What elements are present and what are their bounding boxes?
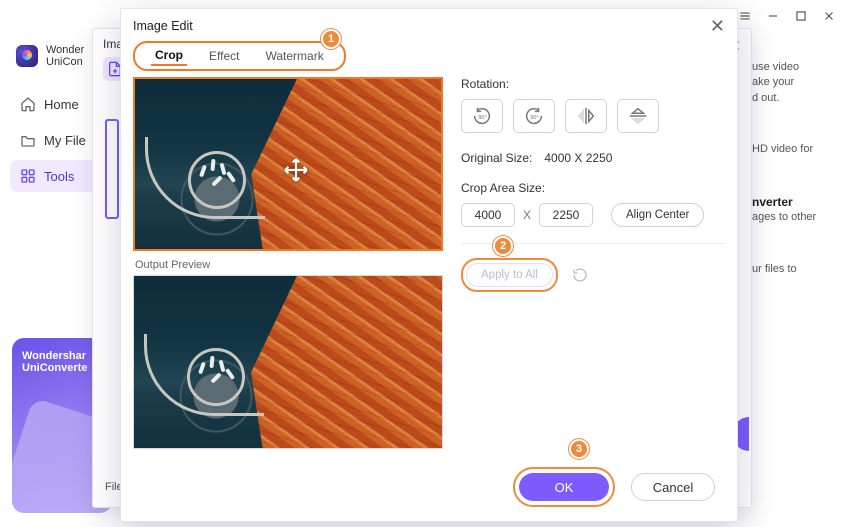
card-text: HD video for	[752, 142, 834, 157]
svg-text:90°: 90°	[530, 115, 538, 121]
align-center-button[interactable]: Align Center	[611, 203, 704, 227]
sidebar-item-label: Home	[44, 97, 79, 112]
rotate-cw-button[interactable]: 90°	[513, 99, 555, 133]
promo-subtitle: UniConverte	[22, 362, 102, 374]
move-cursor-icon	[283, 157, 309, 183]
card-text: ages to other	[752, 210, 834, 225]
output-preview	[133, 275, 443, 449]
card-title: nverter	[752, 194, 834, 211]
sidebar-item-tools[interactable]: Tools	[10, 160, 100, 192]
apply-to-all-button[interactable]: Apply to All	[466, 263, 553, 287]
promo-title: Wondershar	[22, 350, 102, 362]
ok-button[interactable]: OK	[519, 473, 609, 501]
callout-badge-3: 3	[569, 439, 589, 459]
x-separator: X	[523, 208, 531, 222]
tab-watermark[interactable]: Watermark	[261, 47, 327, 65]
tab-crop[interactable]: Crop	[151, 46, 187, 66]
modal-title: Image Edit	[133, 19, 193, 33]
maximize-icon[interactable]	[794, 9, 808, 23]
sidebar: Wonder UniCon Home My File Tools	[10, 36, 100, 192]
card-text: ur files to	[752, 262, 834, 277]
flip-horizontal-button[interactable]	[565, 99, 607, 133]
sidebar-item-label: My File	[44, 133, 86, 148]
original-size-value: 4000 X 2250	[544, 151, 612, 165]
crop-area-label: Crop Area Size:	[461, 181, 725, 195]
close-icon[interactable]	[822, 9, 836, 23]
card-text: ake your	[752, 75, 834, 90]
rotation-label: Rotation:	[461, 77, 725, 91]
brand-logo-icon	[16, 45, 38, 67]
image-edit-modal: Image Edit ✕ 1 Crop Effect Watermark	[120, 8, 738, 522]
settings-icon[interactable]	[738, 9, 752, 23]
original-size-label: Original Size:	[461, 151, 532, 165]
brand: Wonder UniCon	[10, 36, 100, 84]
tab-effect[interactable]: Effect	[205, 47, 243, 65]
callout-badge-2: 2	[493, 236, 513, 256]
folder-icon	[20, 132, 36, 148]
crop-height-input[interactable]	[539, 203, 593, 227]
selected-thumbnail[interactable]	[105, 119, 119, 219]
close-icon[interactable]: ✕	[710, 17, 725, 35]
reset-icon[interactable]	[572, 267, 588, 283]
flip-vertical-button[interactable]	[617, 99, 659, 133]
brand-text: Wonder UniCon	[46, 44, 84, 68]
output-preview-label: Output Preview	[135, 259, 443, 271]
card-text: use video	[752, 60, 834, 75]
svg-text:90°: 90°	[478, 115, 486, 121]
sidebar-item-myfiles[interactable]: My File	[10, 124, 100, 156]
cancel-button[interactable]: Cancel	[631, 473, 715, 501]
tools-icon	[20, 168, 36, 184]
callout-badge-1: 1	[321, 29, 341, 49]
right-cards-peek: use video ake your d out. HD video for n…	[752, 60, 834, 277]
card-text: d out.	[752, 91, 834, 106]
home-icon	[20, 96, 36, 112]
crop-width-input[interactable]	[461, 203, 515, 227]
sidebar-item-home[interactable]: Home	[10, 88, 100, 120]
minimize-icon[interactable]	[766, 9, 780, 23]
crop-preview[interactable]	[133, 77, 443, 251]
tabs: Crop Effect Watermark	[133, 41, 346, 71]
rotate-ccw-button[interactable]: 90°	[461, 99, 503, 133]
sidebar-item-label: Tools	[44, 169, 74, 184]
